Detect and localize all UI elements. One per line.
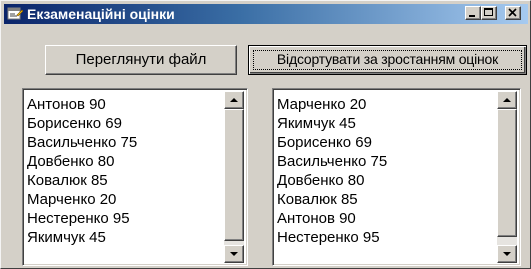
view-file-label: Переглянути файл xyxy=(75,51,207,68)
list-item[interactable]: Антонов 90 xyxy=(27,95,137,114)
list-item[interactable]: Нестеренко 95 xyxy=(27,209,137,228)
window-title: Екзаменаційні оцінки xyxy=(27,6,175,22)
scroll-thumb[interactable] xyxy=(224,109,244,241)
arrow-down-icon xyxy=(503,252,511,256)
list-item[interactable]: Васильченко 75 xyxy=(27,133,137,152)
sort-ascending-button[interactable]: Відсортувати за зростанням оцінок xyxy=(248,45,527,75)
arrow-down-icon xyxy=(230,252,238,256)
list-item[interactable]: Нестеренко 95 xyxy=(277,228,387,247)
list-item[interactable]: Довбенко 80 xyxy=(277,171,387,190)
scroll-up-button[interactable] xyxy=(224,91,244,109)
list-item[interactable]: Ковалюк 85 xyxy=(277,190,387,209)
list-item[interactable]: Васильченко 75 xyxy=(277,152,387,171)
list-item[interactable]: Марченко 20 xyxy=(277,95,387,114)
maximize-button[interactable] xyxy=(481,6,497,20)
scroll-down-button[interactable] xyxy=(497,245,517,263)
title-bar[interactable]: Екзаменаційні оцінки xyxy=(4,4,528,24)
list-item[interactable]: Борисенко 69 xyxy=(27,114,137,133)
minimize-button[interactable] xyxy=(465,6,481,20)
scroll-down-button[interactable] xyxy=(224,245,244,263)
minimize-icon xyxy=(469,15,475,17)
main-window: Екзаменаційні оцінки Переглянути файл Ві… xyxy=(0,0,531,269)
view-file-button[interactable]: Переглянути файл xyxy=(45,45,237,75)
sorted-list[interactable]: Марченко 20 Якимчук 45 Борисенко 69 Васи… xyxy=(272,88,521,266)
list-item[interactable]: Довбенко 80 xyxy=(27,152,137,171)
original-list[interactable]: Антонов 90 Борисенко 69 Васильченко 75 Д… xyxy=(22,88,248,266)
arrow-up-icon xyxy=(230,98,238,102)
original-list-items: Антонов 90 Борисенко 69 Васильченко 75 Д… xyxy=(27,95,137,247)
arrow-up-icon xyxy=(503,98,511,102)
scroll-up-button[interactable] xyxy=(497,91,517,109)
original-list-scrollbar[interactable] xyxy=(224,91,244,263)
list-item[interactable]: Ковалюк 85 xyxy=(27,171,137,190)
sorted-list-scrollbar[interactable] xyxy=(497,91,517,263)
list-item[interactable]: Якимчук 45 xyxy=(277,114,387,133)
maximize-icon xyxy=(484,8,493,16)
form-icon xyxy=(7,6,24,22)
sorted-list-items: Марченко 20 Якимчук 45 Борисенко 69 Васи… xyxy=(277,95,387,247)
close-button[interactable] xyxy=(505,6,521,20)
list-item[interactable]: Антонов 90 xyxy=(277,209,387,228)
scroll-thumb[interactable] xyxy=(497,109,517,237)
list-item[interactable]: Борисенко 69 xyxy=(277,133,387,152)
list-item[interactable]: Марченко 20 xyxy=(27,190,137,209)
list-item[interactable]: Якимчук 45 xyxy=(27,228,137,247)
sort-ascending-label: Відсортувати за зростанням оцінок xyxy=(276,51,499,67)
close-icon xyxy=(508,8,517,17)
